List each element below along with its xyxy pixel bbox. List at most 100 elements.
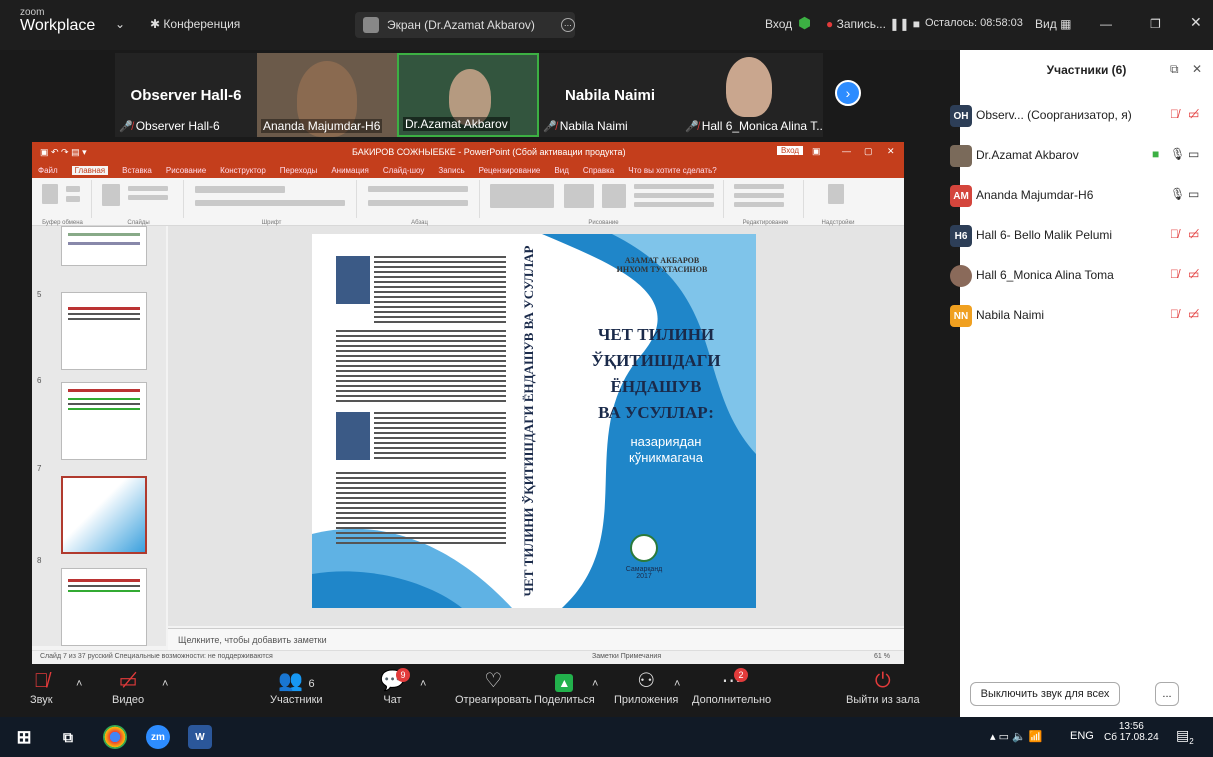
participant-row[interactable]: H6 Hall 6- Bello Malik Pelumi 🎙̸ ▭̸ [950,216,1203,256]
more-button[interactable]: ⋯ Дополнительно 2 [692,668,771,706]
apps-options-chevron-icon[interactable]: ˄ [674,678,680,690]
popout-icon[interactable]: ⧉ [1170,62,1179,77]
tab-design[interactable]: Конструктор [220,166,266,175]
close-icon[interactable]: ✕ [1190,14,1202,31]
minimize-icon[interactable]: — [1100,17,1112,31]
font-family-select[interactable] [195,186,285,193]
tab-help[interactable]: Справка [583,166,614,175]
zoom-app-icon[interactable]: zm [146,725,170,749]
tab-file[interactable]: Файл [38,166,58,175]
cut-icon[interactable] [66,186,80,192]
language-indicator[interactable]: ENG [1070,730,1094,742]
slide-thumbnail[interactable] [61,226,147,266]
tab-slideshow[interactable]: Слайд-шоу [383,166,424,175]
reset-icon[interactable] [128,195,168,200]
shape-effects-icon[interactable] [634,202,714,207]
arrange-icon[interactable] [564,184,594,208]
close-panel-icon[interactable]: ✕ [1192,62,1202,76]
participant-row[interactable]: Hall 6_Monica Alina Toma 🎙̸ ▭̸ [950,256,1203,296]
tab-transitions[interactable]: Переходы [280,166,318,175]
notes-pane[interactable]: Щелкните, чтобы добавить заметки [168,628,904,650]
tab-record[interactable]: Запись [438,166,464,175]
paste-icon[interactable] [42,184,58,204]
select-icon[interactable] [734,202,784,207]
mute-all-button[interactable]: Выключить звук для всех [970,682,1120,706]
zoom-level[interactable]: 61 % [874,653,890,660]
tab-draw[interactable]: Рисование [166,166,206,175]
video-tile-monica[interactable]: 🎤̸ Hall 6_Monica Alina T... [681,53,823,137]
apps-button[interactable]: ⚇ Приложения [614,668,678,706]
share-button[interactable]: ▲ Поделиться [534,668,595,706]
stop-icon[interactable]: ■ [913,17,920,31]
pause-icon[interactable]: ❚❚ [889,17,909,31]
video-options-chevron-icon[interactable]: ˄ [162,678,168,690]
ppt-close-icon[interactable]: ✕ [887,146,895,157]
leave-button[interactable]: ⏻ Выйти из зала [846,668,920,706]
participant-row[interactable]: OH Observ... (Соорганизатор, я) 🎙̸ ▭̸ [950,96,1203,136]
tab-view[interactable]: Вид [554,166,568,175]
participant-row[interactable]: Dr.Azamat Akbarov ■ 🎙 ▭ [950,136,1203,176]
tab-insert[interactable]: Вставка [122,166,152,175]
participants-more-button[interactable]: ... [1155,682,1179,706]
next-page-icon[interactable]: › [835,80,861,106]
chrome-icon[interactable] [103,725,127,749]
slide-thumbnail[interactable] [61,382,147,460]
slide-thumbnail[interactable] [61,292,147,370]
list-icons[interactable] [368,186,468,192]
font-format-icons[interactable] [195,200,345,206]
quick-styles-icon[interactable] [602,184,626,208]
participant-row[interactable]: AM Ananda Majumdar-H6 🎙 ▭ [950,176,1203,216]
tab-review[interactable]: Рецензирование [479,166,541,175]
record-indicator[interactable]: ● Запись... ❚❚ ■ [826,17,920,31]
copy-icon[interactable] [66,196,80,202]
word-icon[interactable]: W [188,725,212,749]
windows-start-icon[interactable]: ⊞ [12,725,36,749]
new-slide-icon[interactable] [102,184,120,206]
slide-thumbnail-selected[interactable] [61,476,147,554]
chat-button[interactable]: 💬 Чат 9 [380,668,410,706]
replace-icon[interactable] [734,193,784,198]
shape-outline-icon[interactable] [634,193,714,198]
tab-animations[interactable]: Анимация [331,166,369,175]
share-options-chevron-icon[interactable]: ˄ [592,678,598,690]
ppt-maximize-icon[interactable]: ▢ [864,146,873,157]
react-button[interactable]: ♡ Отреагировать [455,668,532,706]
tell-me-search[interactable]: Что вы хотите сделать? [628,166,716,175]
quick-access-icons[interactable]: ▣ ↶ ↷ ▤ ▾ [40,147,87,158]
video-tile-observer[interactable]: Observer Hall-6 🎤̸ Observer Hall-6 [115,53,257,137]
video-tile-nabila[interactable]: Nabila Naimi 🎤̸ Nabila Naimi [539,53,681,137]
author-bio-2-cont [336,472,506,547]
chevron-down-icon[interactable]: ⌄ [115,17,125,31]
video-tile-azamat[interactable]: Dr.Azamat Akbarov [397,53,539,137]
tray-icons[interactable]: ▴ ▭ 🔈 📶 [990,730,1042,743]
align-icons[interactable] [368,200,468,206]
login-button[interactable]: Вход [765,17,792,31]
maximize-icon[interactable]: ❐ [1150,17,1161,31]
clock[interactable]: 13:56 Сб 17.08.24 [1104,721,1159,743]
shapes-gallery[interactable] [490,184,554,208]
ppt-minimize-icon[interactable]: — [842,146,851,156]
task-view-icon[interactable]: ⧉ [56,725,80,749]
shape-fill-icon[interactable] [634,184,714,189]
status-notes-comments[interactable]: Заметки Примечания [592,653,661,660]
find-icon[interactable] [734,184,784,189]
notification-icon[interactable]: ▤2 [1176,727,1194,746]
screen-share-pill[interactable]: Экран (Dr.Azamat Akbarov) ⋯ [355,12,575,38]
addins-icon[interactable] [828,184,844,204]
tab-home[interactable]: Главная [71,165,109,175]
participants-button[interactable]: 👥 6 Участники [270,668,323,706]
slide-editing-area[interactable]: ЧЕТ ТИЛИНИ ЎҚИТИШДАГИ ЁНДАШУВ ВА УСУЛЛАР… [168,226,904,626]
chat-options-chevron-icon[interactable]: ˄ [420,678,426,690]
slide-thumbnail[interactable] [61,568,147,646]
participant-row[interactable]: NN Nabila Naimi 🎙̸ ▭̸ [950,296,1203,336]
audio-options-chevron-icon[interactable]: ˄ [76,678,82,690]
layout-icon[interactable] [128,186,168,191]
conference-menu[interactable]: ✱ Конференция [150,17,240,31]
ppt-login-button[interactable]: Вход [777,146,804,155]
ribbon-options-icon[interactable]: ▣ [812,146,821,157]
video-button[interactable]: ▭̸ Видео [112,668,144,706]
video-tile-ananda[interactable]: Ananda Majumdar-H6 [257,53,399,137]
more-options-icon[interactable]: ⋯ [560,18,575,32]
audio-button[interactable]: 🎙̸ Звук [30,668,53,706]
view-menu[interactable]: Вид ▦ [1035,17,1071,31]
